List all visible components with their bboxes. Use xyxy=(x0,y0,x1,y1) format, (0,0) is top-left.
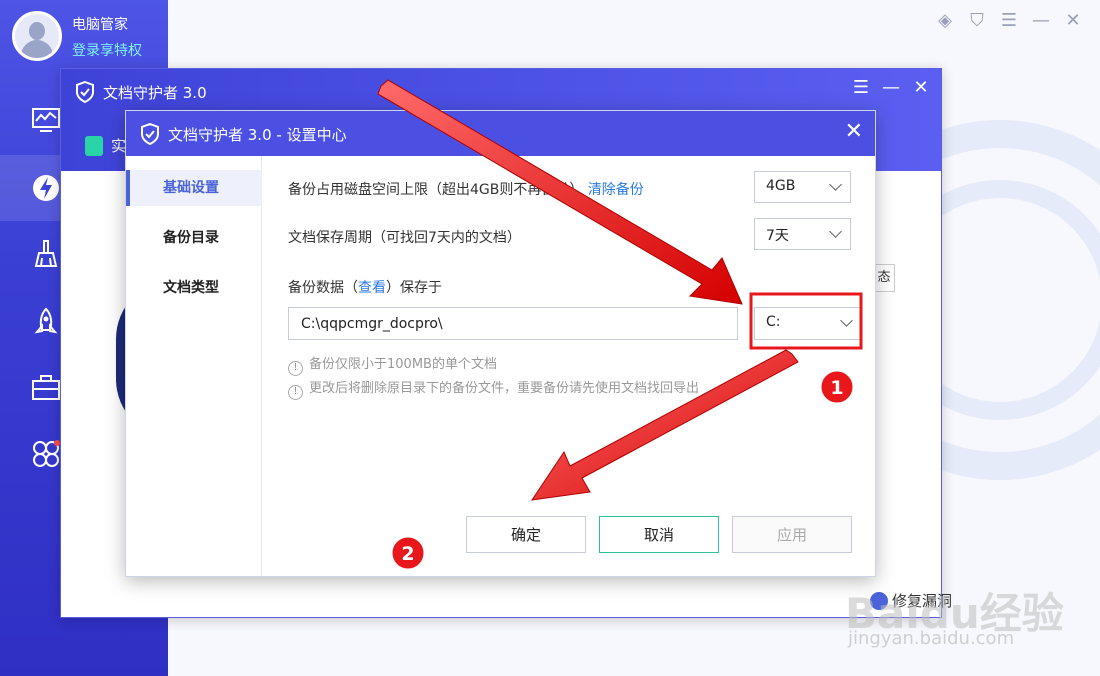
disk-limit-row: 备份占用磁盘空间上限（超出4GB则不再备份） 清除备份 xyxy=(288,179,644,199)
cleanup-icon[interactable] xyxy=(30,238,62,270)
retention-value: 7天 xyxy=(766,228,789,244)
cancel-button[interactable]: 取消 xyxy=(599,516,719,553)
app-window-controls: ◈ ⛉ ☰ — ✕ xyxy=(934,10,1084,31)
drive-value: C: xyxy=(766,314,781,330)
backup-location-prefix: 备份数据（ xyxy=(288,280,358,296)
settings-dialog: 文档守护者 3.0 - 设置中心 ✕ 基础设置 备份目录 文档类型 备份占用磁盘… xyxy=(125,110,876,577)
retention-select[interactable]: 7天 xyxy=(754,218,851,250)
dialog-titlebar: 文档守护者 3.0 - 设置中心 ✕ xyxy=(126,111,875,156)
info-icon: ! xyxy=(288,361,303,376)
toolbox-icon[interactable] xyxy=(30,372,62,404)
ok-button[interactable]: 确定 xyxy=(466,516,586,553)
dialog-title: 文档守护者 3.0 - 设置中心 xyxy=(168,126,347,144)
rocket-icon[interactable] xyxy=(30,306,62,338)
sidebar-item-document-types[interactable]: 文档类型 xyxy=(126,270,262,306)
clear-backup-link[interactable]: 清除备份 xyxy=(588,182,644,198)
login-link[interactable]: 登录享特权 xyxy=(72,40,142,60)
chevron-down-icon xyxy=(840,314,853,327)
menu-icon[interactable]: ☰ xyxy=(851,77,871,98)
apply-button[interactable]: 应用 xyxy=(732,516,852,553)
disk-limit-label: 备份占用磁盘空间上限（超出4GB则不再备份） xyxy=(288,182,584,198)
close-icon[interactable]: ✕ xyxy=(845,119,863,144)
retention-label: 文档保存周期（可找回7天内的文档） xyxy=(288,230,521,246)
chevron-down-icon xyxy=(829,178,842,191)
shield-icon xyxy=(141,123,159,145)
outer-window-title: 文档守护者 3.0 xyxy=(103,84,207,102)
settings-sidebar: 基础设置 备份目录 文档类型 xyxy=(126,156,262,576)
shield-icon xyxy=(76,81,94,103)
avatar[interactable] xyxy=(12,11,62,61)
monitor-icon[interactable] xyxy=(30,104,62,136)
shirt-icon[interactable]: ⛉ xyxy=(966,10,988,31)
close-icon[interactable]: ✕ xyxy=(911,77,931,98)
chevron-down-icon xyxy=(829,225,842,238)
outer-tab-label[interactable]: 实 xyxy=(111,135,126,156)
sidebar-item-basic-settings[interactable]: 基础设置 xyxy=(126,170,262,206)
backup-location-suffix: ）保存于 xyxy=(386,280,442,296)
drive-select[interactable]: C: xyxy=(754,307,862,340)
speedup-icon[interactable] xyxy=(30,172,62,204)
app-store-icon[interactable] xyxy=(30,438,62,470)
disk-limit-select[interactable]: 4GB xyxy=(754,171,851,203)
note-delete-warning: ! 更改后将删除原目录下的备份文件，重要备份请先使用文档找回导出 xyxy=(288,377,699,400)
disk-limit-value: 4GB xyxy=(766,178,796,194)
info-icon: ! xyxy=(288,385,303,400)
close-icon[interactable]: ✕ xyxy=(1062,10,1084,31)
app-name: 电脑管家 xyxy=(72,17,128,33)
baidu-watermark-url: jingyan.baidu.com xyxy=(848,628,1015,649)
realtime-shield-icon xyxy=(85,136,103,156)
view-link[interactable]: 查看 xyxy=(358,280,386,296)
status-button[interactable]: 态 xyxy=(873,264,895,292)
backup-path-input[interactable] xyxy=(288,307,738,340)
minimize-icon[interactable]: — xyxy=(1030,10,1052,31)
sidebar-item-backup-directory[interactable]: 备份目录 xyxy=(126,220,262,256)
minimize-icon[interactable]: — xyxy=(881,77,901,98)
menu-icon[interactable]: ☰ xyxy=(998,10,1020,31)
outer-window-controls: ☰ — ✕ xyxy=(851,77,931,98)
note-size-limit: ! 备份仅限小于100MB的单个文档 xyxy=(288,353,497,376)
backup-location-row: 备份数据（查看）保存于 xyxy=(288,277,442,297)
skin-icon[interactable]: ◈ xyxy=(934,10,956,31)
